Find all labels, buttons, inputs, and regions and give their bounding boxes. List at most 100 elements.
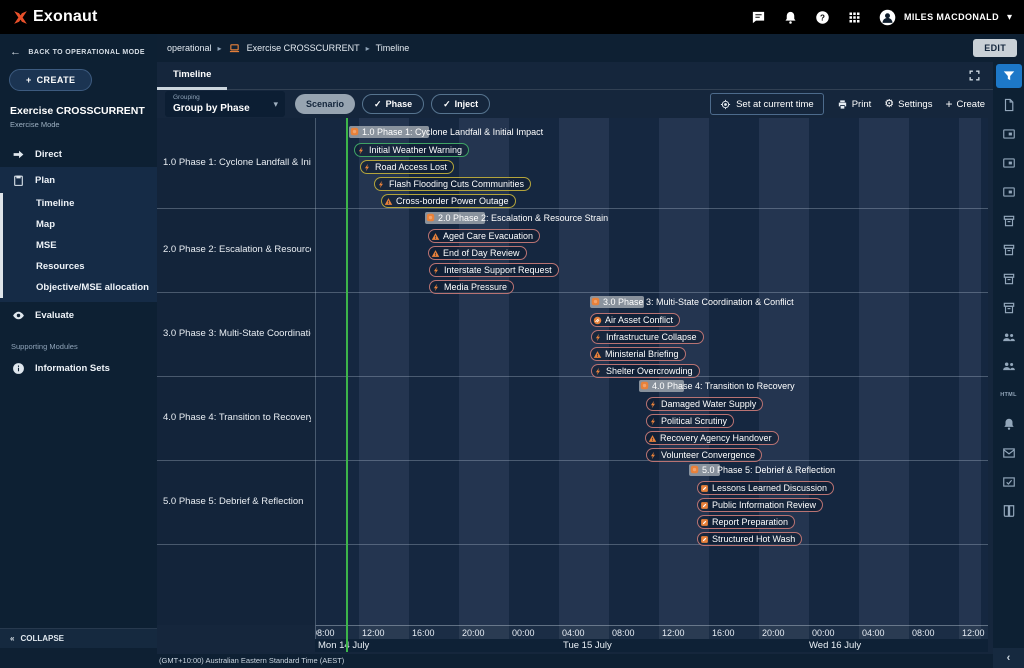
- settings-button[interactable]: ⚙ Settings: [884, 99, 932, 110]
- archive-icon[interactable]: [996, 267, 1022, 291]
- breadcrumb-operational[interactable]: operational: [167, 43, 212, 53]
- people-icon[interactable]: [996, 354, 1022, 378]
- create-button[interactable]: + CREATE: [9, 69, 92, 91]
- axis-tick-label: 12:00: [362, 628, 385, 638]
- inject-pill-flash-flooding-cuts-communities[interactable]: Flash Flooding Cuts Communities: [374, 177, 531, 191]
- card-check-icon[interactable]: [996, 470, 1022, 494]
- inject-pill-public-information-review[interactable]: Public Information Review: [697, 498, 823, 512]
- phase-bar-label: 2.0 Phase 2: Escalation & Resource Strai…: [438, 213, 608, 223]
- card-icon[interactable]: [996, 180, 1022, 204]
- arrow-right-icon: [12, 148, 25, 161]
- current-time-line[interactable]: [346, 118, 348, 652]
- chip-phase[interactable]: ✓Phase: [362, 94, 424, 114]
- inject-pill-shelter-overcrowding[interactable]: Shelter Overcrowding: [591, 364, 700, 378]
- inject-pill-political-scrutiny[interactable]: Political Scrutiny: [646, 414, 734, 428]
- sidebar-item-objective-mse-allocation[interactable]: Objective/MSE allocation: [0, 277, 157, 298]
- inject-pill-report-preparation[interactable]: Report Preparation: [697, 515, 795, 529]
- back-to-operational-mode-link[interactable]: ← BACK TO OPERATIONAL MODE: [0, 34, 157, 58]
- bolt-icon: [432, 283, 441, 292]
- filter-icon[interactable]: [996, 64, 1022, 88]
- phase-bar-label: 5.0 Phase 5: Debrief & Reflection: [702, 465, 835, 475]
- inject-pill-end-of-day-review[interactable]: End of Day Review: [428, 246, 527, 260]
- print-button[interactable]: Print: [837, 99, 872, 110]
- sidebar-item-information-sets[interactable]: Information Sets: [0, 355, 157, 381]
- breadcrumb-separator-icon: ▸: [218, 44, 222, 53]
- sidebar-item-mse[interactable]: MSE: [0, 235, 157, 256]
- axis-tick-label: 16:00: [412, 628, 435, 638]
- people-glyph: [1002, 330, 1016, 344]
- fullscreen-icon[interactable]: [968, 69, 981, 82]
- inject-pill-air-asset-conflict[interactable]: Air Asset Conflict: [590, 313, 680, 327]
- inject-pill-damaged-water-supply[interactable]: Damaged Water Supply: [646, 397, 763, 411]
- set-at-current-time-button[interactable]: Set at current time: [710, 93, 824, 115]
- date-axis: Mon 14 JulyTue 15 JulyWed 16 July: [315, 639, 988, 652]
- grid-icon[interactable]: [847, 10, 862, 25]
- archive-icon[interactable]: [996, 209, 1022, 233]
- mail-glyph: [1002, 446, 1016, 460]
- bell-icon[interactable]: [996, 412, 1022, 436]
- book-icon[interactable]: [996, 499, 1022, 523]
- bolt-icon: [649, 400, 658, 409]
- inject-pill-structured-hot-wash[interactable]: Structured Hot Wash: [697, 532, 802, 546]
- sidebar-item-label: Information Sets: [35, 363, 110, 374]
- tab-timeline[interactable]: Timeline: [157, 62, 227, 90]
- inject-pill-road-access-lost[interactable]: Road Access Lost: [360, 160, 454, 174]
- archive-icon[interactable]: [996, 238, 1022, 262]
- user-menu[interactable]: MILES MACDONALD ▾: [879, 9, 1012, 26]
- filter-glyph: [1002, 69, 1016, 83]
- sidebar-collapse-button[interactable]: « COLLAPSE: [0, 628, 157, 648]
- breadcrumb-exercise[interactable]: Exercise CROSSCURRENT: [247, 43, 360, 53]
- mail-icon[interactable]: [996, 441, 1022, 465]
- note-icon: [700, 501, 709, 510]
- app-logo: Exonaut: [12, 8, 98, 26]
- html-icon[interactable]: HTML: [996, 383, 1022, 407]
- inject-pill-media-pressure[interactable]: Media Pressure: [429, 280, 514, 294]
- svg-text:?: ?: [820, 13, 825, 22]
- plus-icon: +: [26, 75, 32, 85]
- chip-inject[interactable]: ✓Inject: [431, 94, 490, 114]
- help-icon[interactable]: ?: [815, 10, 830, 25]
- inject-pill-infrastructure-collapse[interactable]: Infrastructure Collapse: [591, 330, 704, 344]
- inject-pill-aged-care-evacuation[interactable]: Aged Care Evacuation: [428, 229, 540, 243]
- phase-bar-label: 3.0 Phase 3: Multi-State Coordination & …: [603, 297, 794, 307]
- inject-label: Infrastructure Collapse: [606, 332, 697, 342]
- people-icon[interactable]: [996, 325, 1022, 349]
- gantt-plot-area[interactable]: 1.0 Phase 1: Cyclone Landfall & Initial …: [315, 118, 988, 625]
- phase-icon: [426, 213, 435, 222]
- sidebar-item-direct[interactable]: Direct: [0, 141, 157, 167]
- left-sidebar: ← BACK TO OPERATIONAL MODE + CREATE Exer…: [0, 34, 157, 648]
- inject-pill-volunteer-convergence[interactable]: Volunteer Convergence: [646, 448, 762, 462]
- sidebar-item-plan[interactable]: Plan: [0, 167, 157, 193]
- target-icon: [720, 99, 731, 110]
- document-icon[interactable]: [996, 93, 1022, 117]
- bell-icon[interactable]: [783, 10, 798, 25]
- archive-icon[interactable]: [996, 296, 1022, 320]
- sidebar-item-evaluate[interactable]: Evaluate: [0, 302, 157, 328]
- chat-icon[interactable]: [751, 10, 766, 25]
- inject-pill-lessons-learned-discussion[interactable]: Lessons Learned Discussion: [697, 481, 834, 495]
- phase-row-label: 1.0 Phase 1: Cyclone Landfall & Initia..…: [163, 157, 311, 168]
- chip-scenario[interactable]: Scenario: [295, 94, 355, 114]
- sidebar-item-map[interactable]: Map: [0, 214, 157, 235]
- warning-icon: [431, 249, 440, 258]
- row-separator: [157, 460, 988, 461]
- phase-icon: [640, 381, 649, 390]
- inject-label: Initial Weather Warning: [369, 145, 462, 155]
- card-icon[interactable]: [996, 151, 1022, 175]
- inject-pill-initial-weather-warning[interactable]: Initial Weather Warning: [354, 143, 469, 157]
- inject-pill-interstate-support-request[interactable]: Interstate Support Request: [429, 263, 559, 277]
- warning-icon: [593, 350, 602, 359]
- card-icon[interactable]: [996, 122, 1022, 146]
- archive-glyph: [1002, 272, 1016, 286]
- sidebar-item-resources[interactable]: Resources: [0, 256, 157, 277]
- grouping-select[interactable]: Grouping Group by Phase ▾: [165, 91, 285, 117]
- check-icon: ✓: [374, 99, 382, 110]
- create-inject-button[interactable]: + Create: [945, 98, 985, 110]
- inject-pill-recovery-agency-handover[interactable]: Recovery Agency Handover: [645, 431, 779, 445]
- rail-collapse-button[interactable]: ‹: [993, 648, 1024, 668]
- breadcrumb-timeline: Timeline: [376, 43, 410, 53]
- sidebar-item-timeline[interactable]: Timeline: [0, 193, 157, 214]
- inject-pill-cross-border-power-outage[interactable]: Cross-border Power Outage: [381, 194, 516, 208]
- edit-button[interactable]: EDIT: [973, 39, 1017, 57]
- inject-pill-ministerial-briefing[interactable]: Ministerial Briefing: [590, 347, 686, 361]
